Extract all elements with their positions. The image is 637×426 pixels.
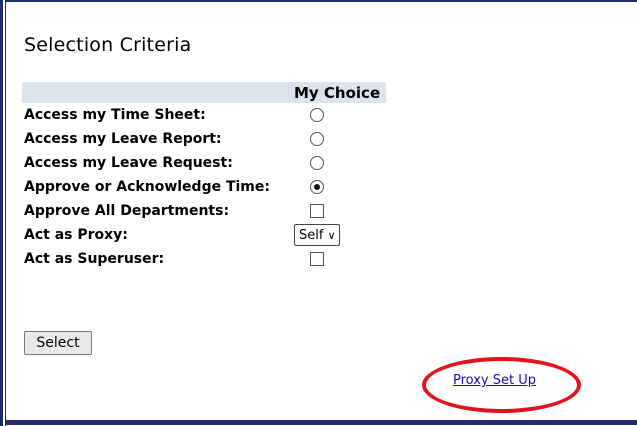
row-label-leave-report: Access my Leave Report: [24,131,222,147]
radio-leave-request[interactable] [310,156,324,170]
table-row: Act as Superuser: [22,247,386,271]
table-row: Approve All Departments: [22,199,386,223]
radio-time-sheet[interactable] [310,108,324,122]
table-row: Act as Proxy: Self ∨ [22,223,386,247]
header-blank-cell [22,82,292,103]
radio-approve-time[interactable] [310,180,324,194]
table-row: Access my Leave Request: [22,151,386,175]
select-button[interactable]: Select [24,331,92,355]
bottom-divider [5,420,637,425]
page-title: Selection Criteria [24,34,192,56]
row-label-approve-all-departments: Approve All Departments: [24,203,230,219]
header-my-choice: My Choice [292,82,386,103]
selection-criteria-table: My Choice Access my Time Sheet: Access m… [22,82,386,271]
radio-leave-report[interactable] [310,132,324,146]
row-label-act-as-superuser: Act as Superuser: [24,251,165,267]
checkbox-approve-all-departments[interactable] [310,204,324,218]
proxy-set-up-link[interactable]: Proxy Set Up [453,373,536,388]
row-label-leave-request: Access my Leave Request: [24,155,233,171]
table-row: Approve or Acknowledge Time: [22,175,386,199]
table-header-row: My Choice [22,82,386,103]
left-border-inner [5,0,6,426]
chevron-down-icon: ∨ [327,228,336,242]
row-label-time-sheet: Access my Time Sheet: [24,107,206,123]
top-divider [5,0,637,2]
left-border [0,0,3,426]
proxy-select-value: Self [299,227,324,243]
row-label-act-as-proxy: Act as Proxy: [24,227,128,243]
table-row: Access my Time Sheet: [22,103,386,127]
checkbox-act-as-superuser[interactable] [310,252,324,266]
table-row: Access my Leave Report: [22,127,386,151]
proxy-select[interactable]: Self ∨ [294,224,340,246]
row-label-approve-time: Approve or Acknowledge Time: [24,179,270,195]
